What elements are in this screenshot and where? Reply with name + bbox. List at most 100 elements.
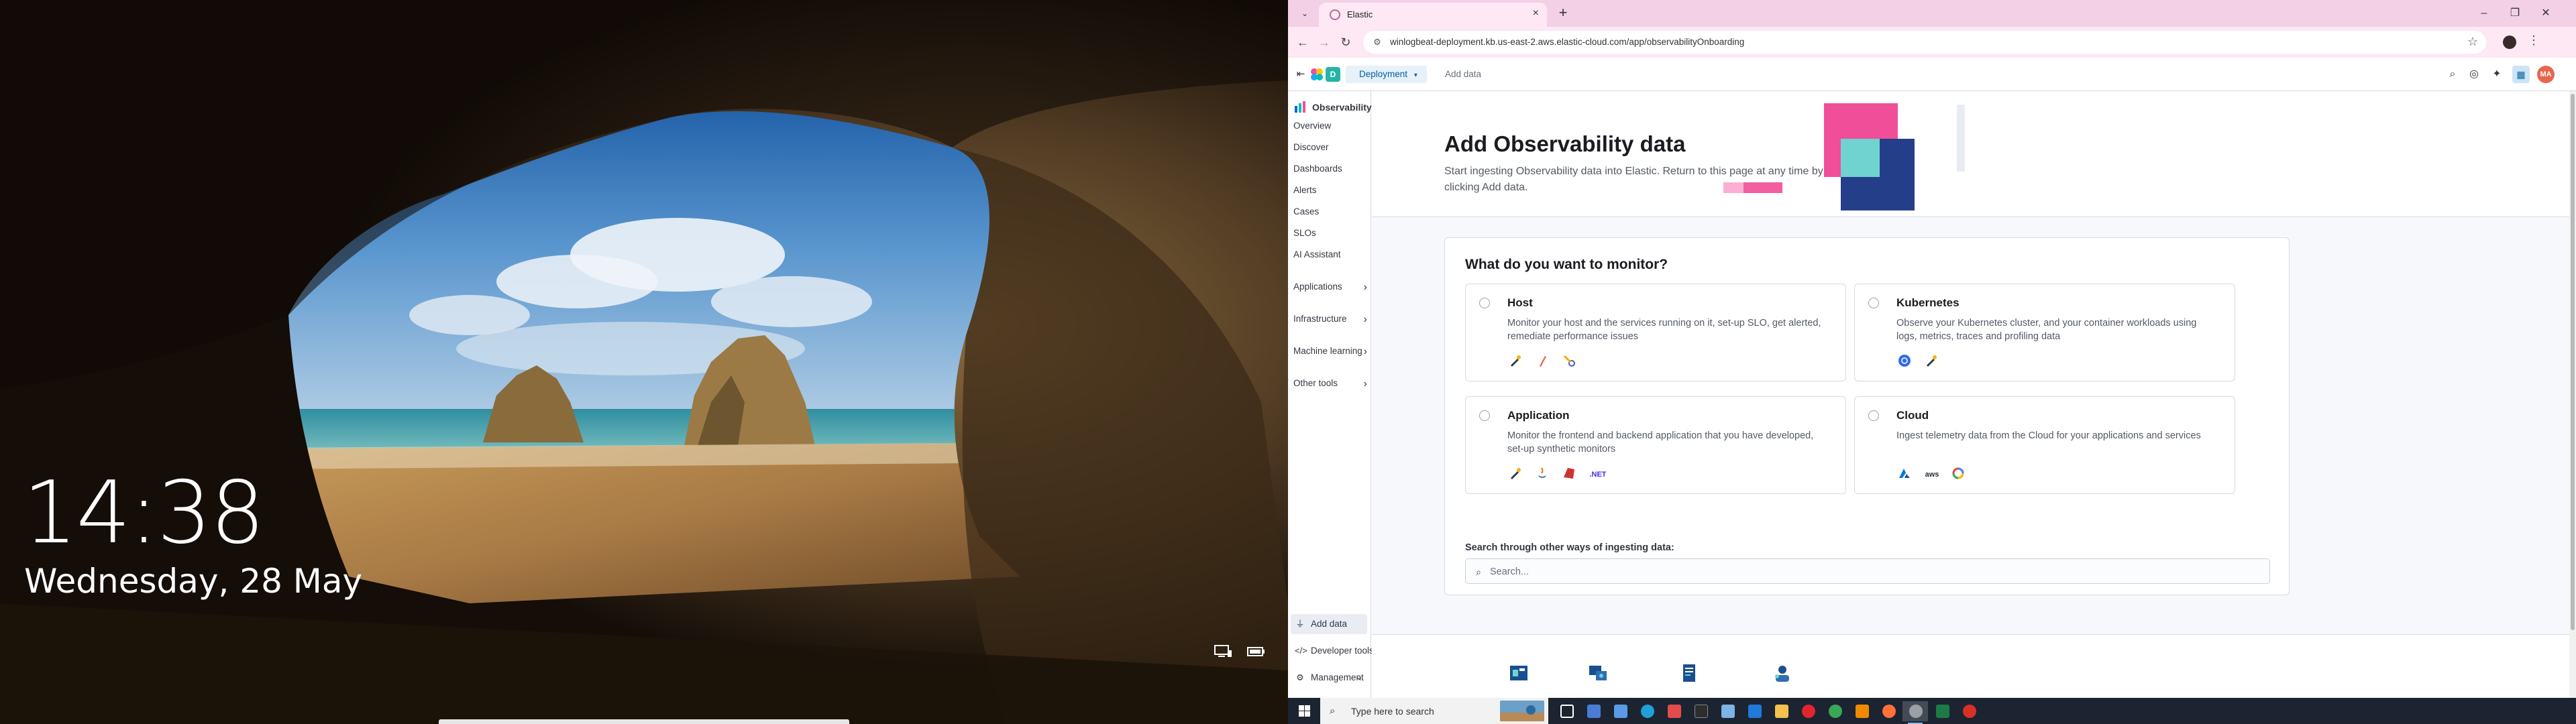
spaces-menu-icon[interactable]: ▦	[2512, 66, 2530, 83]
observability-sidebar: Observability Overview Discover Dashboar…	[1288, 91, 1374, 698]
sidebar-item-ai-assistant[interactable]: AI Assistant	[1293, 249, 1341, 264]
elastic-agent-logo-icon	[1923, 354, 1939, 370]
infrastructure-illustration-icon	[1589, 666, 1607, 680]
sidebar-group-label: Infrastructure	[1293, 314, 1347, 324]
notepad-icon[interactable]	[1715, 701, 1740, 721]
chrome-icon[interactable]	[1822, 701, 1847, 721]
page-scrollbar[interactable]	[2569, 91, 2576, 698]
file-manager-icon[interactable]	[1607, 701, 1633, 721]
azure-logo-icon	[1896, 467, 1913, 483]
sidebar-item-management[interactable]: ⚙ Management ⌄	[1291, 668, 1367, 688]
browser-menu-kebab-icon[interactable]: ⋮	[2528, 34, 2540, 48]
page-header: Add Observability data Start ingesting O…	[1372, 91, 2576, 217]
sidebar-bottom-label: Developer tools	[1311, 646, 1374, 656]
footer-strip	[1372, 634, 2576, 698]
kubernetes-radio[interactable]	[1868, 298, 1879, 308]
back-arrow-icon[interactable]: ←	[1293, 33, 1312, 52]
user-avatar[interactable]: MA	[2537, 66, 2555, 83]
collapse-nav-icon[interactable]: ⇤	[1293, 67, 1308, 82]
store-icon[interactable]	[1661, 701, 1686, 721]
sidebar-group-machine-learning[interactable]: Machine learning ›	[1293, 346, 1367, 362]
sidebar-item-dashboards[interactable]: Dashboards	[1293, 164, 1342, 178]
kubernetes-card[interactable]: Kubernetes Observe your Kubernetes clust…	[1854, 284, 2235, 381]
code-icon: </>	[1295, 646, 1307, 656]
vscode-icon[interactable]	[1741, 701, 1767, 721]
folder-icon[interactable]	[1768, 701, 1794, 721]
vlc-icon[interactable]	[1849, 701, 1874, 721]
edge-icon[interactable]	[1634, 701, 1660, 721]
page-title: Add Observability data	[1444, 131, 1686, 156]
widgets-icon[interactable]	[1580, 701, 1606, 721]
tab-strip: ⌄ Elastic × + – ❐ ✕	[1288, 0, 2576, 27]
sidebar-group-infrastructure[interactable]: Infrastructure ›	[1293, 314, 1367, 330]
host-radio[interactable]	[1479, 298, 1490, 308]
taskbar-search[interactable]: ⌕ Type here to search	[1320, 698, 1548, 724]
help-icon[interactable]: ◎	[2466, 66, 2482, 82]
sidebar-group-other-tools[interactable]: Other tools ›	[1293, 378, 1367, 394]
taskbar: ⌕ Type here to search	[1288, 698, 2576, 724]
sidebar-group-applications[interactable]: Applications ›	[1293, 282, 1367, 298]
excel-icon[interactable]	[1929, 701, 1955, 721]
dotnet-logo-icon: .NET	[1589, 471, 1607, 479]
lock-screen[interactable]: 14:38 Wednesday, 28 May	[0, 0, 1288, 724]
search-icon[interactable]: ⌕	[2445, 66, 2461, 82]
maximize-icon[interactable]: ❐	[2500, 4, 2530, 23]
browser-profile-avatar[interactable]	[2503, 36, 2516, 49]
cloud-radio[interactable]	[1868, 410, 1879, 421]
sidebar-item-slos[interactable]: SLOs	[1293, 228, 1316, 243]
new-tab-plus-icon[interactable]: +	[1554, 4, 1572, 23]
panel-title: What do you want to monitor?	[1465, 257, 1668, 272]
kubernetes-logo-icon	[1896, 354, 1913, 370]
chevron-right-icon: ›	[1363, 346, 1367, 357]
elastic-logo-icon[interactable]	[1309, 67, 1324, 82]
site-info-icon[interactable]: ⚙	[1371, 36, 1383, 48]
url-text[interactable]: winlogbeat-deployment.kb.us-east-2.aws.e…	[1390, 37, 1744, 47]
terminal-icon[interactable]	[1688, 701, 1713, 721]
sidebar-item-developer-tools[interactable]: </> Developer tools	[1291, 641, 1374, 661]
application-radio[interactable]	[1479, 410, 1490, 421]
integrations-search[interactable]: ⌕	[1465, 558, 2270, 584]
close-tab-icon[interactable]: ×	[1533, 7, 1539, 19]
elastic-favicon-icon	[1330, 9, 1340, 20]
search-input[interactable]	[1490, 564, 2255, 579]
sidebar-item-overview[interactable]: Overview	[1293, 121, 1331, 135]
chevron-down-icon: ▾	[1413, 72, 1417, 79]
network-icon[interactable]	[1213, 644, 1233, 660]
close-window-icon[interactable]: ✕	[2530, 4, 2561, 23]
firefox-icon[interactable]	[1876, 701, 1901, 721]
application-card[interactable]: Application Monitor the frontend and bac…	[1465, 396, 1846, 494]
bookmark-star-icon[interactable]: ☆	[2467, 35, 2478, 49]
task-view-icon[interactable]	[1554, 701, 1579, 721]
sidebar-brand-label: Observability	[1312, 102, 1372, 113]
sidebar-item-alerts[interactable]: Alerts	[1293, 185, 1317, 200]
lock-screen-time: 14:38	[23, 463, 265, 563]
battery-icon[interactable]	[1246, 644, 1267, 660]
cloud-card[interactable]: Cloud Ingest telemetry data from the Clo…	[1854, 396, 2235, 494]
scrollbar-thumb[interactable]	[2571, 94, 2575, 630]
tab-elastic[interactable]: Elastic ×	[1319, 3, 1547, 27]
opera-icon[interactable]	[1795, 701, 1821, 721]
chrome-active-icon[interactable]	[1902, 701, 1928, 724]
sidebar-item-cases[interactable]: Cases	[1293, 206, 1319, 221]
breadcrumb-deployment[interactable]: Deployment ▾	[1346, 66, 1427, 83]
screen: 14:38 Wednesday, 28 May ⌄ Elastic × + – …	[0, 0, 2576, 724]
tab-search-chevron-icon[interactable]: ⌄	[1297, 6, 1312, 21]
chrome-canary-icon[interactable]	[1956, 701, 1982, 721]
news-feed-icon[interactable]: ✦	[2489, 66, 2505, 82]
lock-screen-wallpaper	[0, 0, 1288, 724]
start-button[interactable]	[1288, 698, 1320, 724]
chevron-down-icon: ⌄	[1355, 671, 1363, 682]
kibana-header: ⇤ D Deployment ▾ Add data ⌕ ◎ ✦ ▦ MA	[1288, 58, 2576, 91]
address-bar[interactable]: ⚙ winlogbeat-deployment.kb.us-east-2.aws…	[1363, 31, 2486, 54]
host-card[interactable]: Host Monitor your host and the services …	[1465, 284, 1846, 381]
sidebar-item-add-data[interactable]: ⏚ Add data	[1291, 614, 1367, 634]
deployment-badge-icon[interactable]: D	[1326, 67, 1340, 82]
browser-window: ⌄ Elastic × + – ❐ ✕ ← → ↻ ⚙ winlogbeat-d…	[1288, 0, 2576, 698]
elastic-agent-logo-icon	[1507, 467, 1523, 483]
sidebar-item-discover[interactable]: Discover	[1293, 142, 1329, 157]
elastic-agent-logo-icon	[1507, 354, 1523, 370]
reload-icon[interactable]: ↻	[1336, 33, 1355, 52]
minimize-icon[interactable]: –	[2469, 4, 2500, 23]
forward-arrow-icon[interactable]: →	[1315, 33, 1334, 52]
search-highlight-thumbnail	[1500, 701, 1544, 721]
